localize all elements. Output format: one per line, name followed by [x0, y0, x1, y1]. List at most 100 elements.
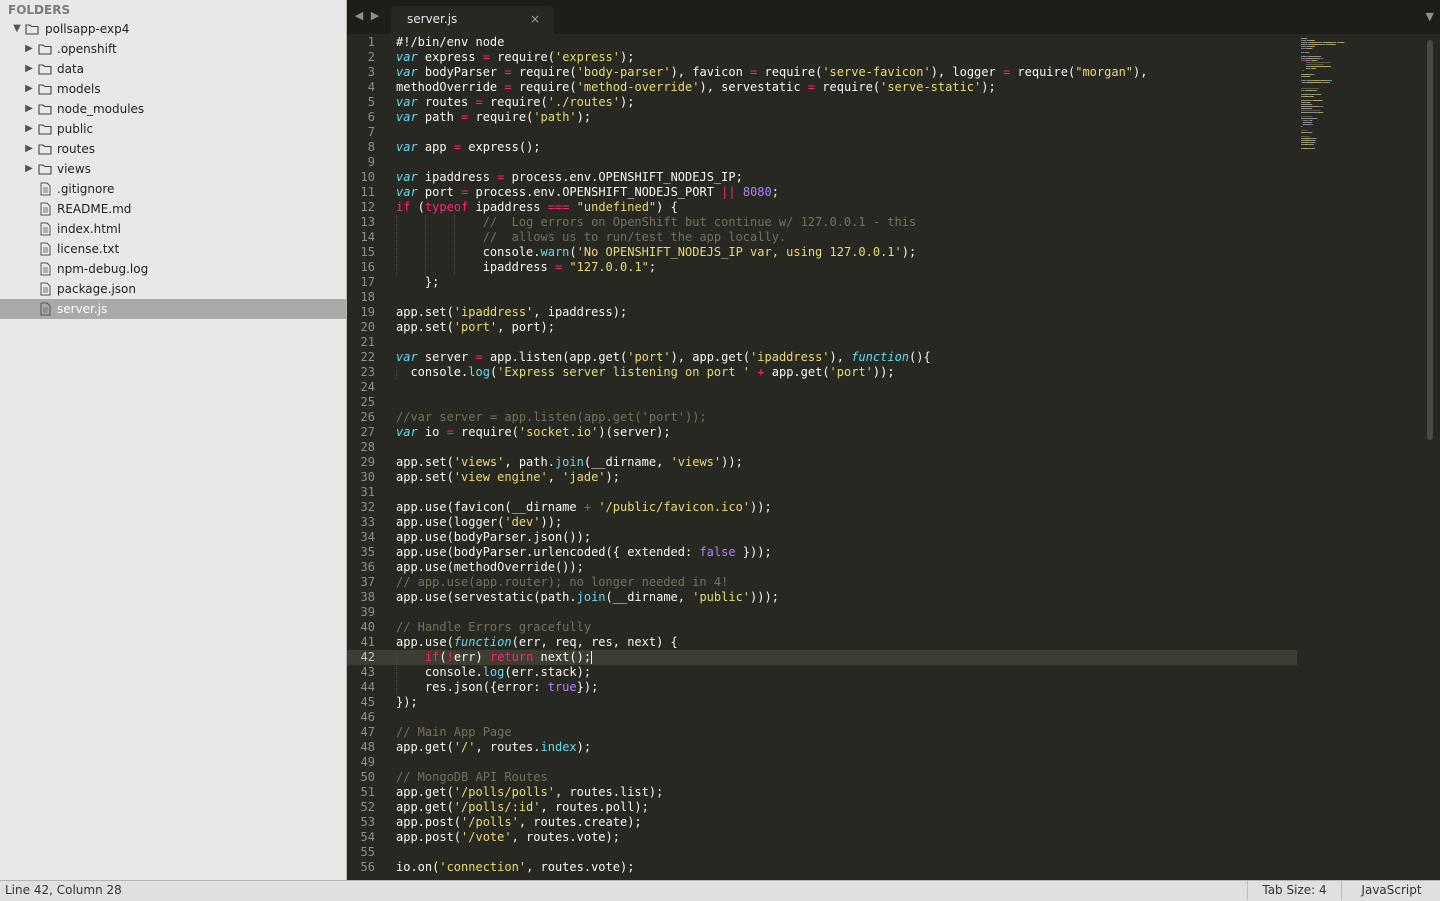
triangle-right-icon[interactable]: ▶ — [22, 139, 36, 159]
code-line[interactable]: 24 — [347, 380, 1297, 395]
code-line[interactable]: 23 console.log('Express server listening… — [347, 365, 1297, 380]
sidebar-file[interactable]: license.txt — [0, 239, 346, 259]
triangle-down-icon[interactable]: ▼ — [10, 19, 24, 39]
code-line[interactable]: 43 console.log(err.stack); — [347, 665, 1297, 680]
code-line[interactable]: 9 — [347, 155, 1297, 170]
code-line[interactable]: 48app.get('/', routes.index); — [347, 740, 1297, 755]
sidebar-folder[interactable]: ▶models — [0, 79, 346, 99]
code-line[interactable]: 2var express = require('express'); — [347, 50, 1297, 65]
code-area[interactable]: 1#!/bin/env node2var express = require('… — [347, 35, 1297, 875]
code-line[interactable]: 4methodOverride = require('method-overri… — [347, 80, 1297, 95]
code-line[interactable]: 22var server = app.listen(app.get('port'… — [347, 350, 1297, 365]
code-line[interactable]: 36app.use(methodOverride()); — [347, 560, 1297, 575]
code-token: = — [475, 350, 482, 364]
code-token: require( — [454, 425, 519, 439]
scrollbar-thumb[interactable] — [1427, 40, 1433, 440]
minimap-line — [1311, 96, 1314, 97]
code-line[interactable]: 52app.get('/polls/:id', routes.poll); — [347, 800, 1297, 815]
sidebar-file[interactable]: .gitignore — [0, 179, 346, 199]
code-line[interactable]: 55 — [347, 845, 1297, 860]
code-line[interactable]: 20app.set('port', port); — [347, 320, 1297, 335]
code-line[interactable]: 54app.post('/vote', routes.vote); — [347, 830, 1297, 845]
code-line[interactable]: 40// Handle Errors gracefully — [347, 620, 1297, 635]
code-line[interactable]: 12if (typeof ipaddress === "undefined") … — [347, 200, 1297, 215]
minimap-line — [1307, 76, 1310, 77]
sidebar-folder[interactable]: ▶.openshift — [0, 39, 346, 59]
sidebar-file[interactable]: index.html — [0, 219, 346, 239]
code-line[interactable]: 21 — [347, 335, 1297, 350]
code-line[interactable]: 17 }; — [347, 275, 1297, 290]
sidebar-folder[interactable]: ▶ node_modules — [0, 99, 346, 119]
code-line[interactable]: 38app.use(servestatic(path.join(__dirnam… — [347, 590, 1297, 605]
sidebar-file[interactable]: server.js — [0, 299, 346, 319]
code-line[interactable]: 6var path = require('path'); — [347, 110, 1297, 125]
sidebar-file[interactable]: README.md — [0, 199, 346, 219]
code-token: ; — [649, 260, 656, 274]
code-line[interactable]: 7 — [347, 125, 1297, 140]
code-line[interactable]: 27var io = require('socket.io')(server); — [347, 425, 1297, 440]
code-line[interactable]: 5var routes = require('./routes'); — [347, 95, 1297, 110]
code-line[interactable]: 34app.use(bodyParser.json()); — [347, 530, 1297, 545]
code-line[interactable]: 31 — [347, 485, 1297, 500]
code-line[interactable]: 30app.set('view engine', 'jade'); — [347, 470, 1297, 485]
minimap-line — [1312, 48, 1313, 49]
sidebar-file[interactable]: npm-debug.log — [0, 259, 346, 279]
sidebar-folder[interactable]: ▼pollsapp-exp4 — [0, 19, 346, 39]
code-line[interactable]: 42 if(!err) return next(); — [347, 650, 1297, 665]
code-line[interactable]: 56io.on('connection', routes.vote); — [347, 860, 1297, 875]
minimap[interactable] — [1300, 37, 1410, 157]
code-line[interactable]: 25 — [347, 395, 1297, 410]
code-line[interactable]: 1#!/bin/env node — [347, 35, 1297, 50]
chevron-down-icon[interactable]: ▼ — [1426, 10, 1434, 23]
code-line[interactable]: 41app.use(function(err, req, res, next) … — [347, 635, 1297, 650]
sidebar-folder[interactable]: ▶public — [0, 119, 346, 139]
triangle-right-icon[interactable]: ▶ — [22, 99, 36, 119]
triangle-right-icon[interactable]: ▶ — [22, 79, 36, 99]
sidebar-folder[interactable]: ▶data — [0, 59, 346, 79]
code-line[interactable]: 10var ipaddress = process.env.OPENSHIFT_… — [347, 170, 1297, 185]
code-line[interactable]: 26//var server = app.listen(app.get('por… — [347, 410, 1297, 425]
code-line[interactable]: 16 ipaddress = "127.0.0.1"; — [347, 260, 1297, 275]
code-line[interactable]: 39 — [347, 605, 1297, 620]
code-token: log — [483, 665, 505, 679]
triangle-right-icon[interactable]: ▶ — [22, 159, 36, 179]
code-line[interactable]: 51app.get('/polls/polls', routes.list); — [347, 785, 1297, 800]
sidebar-folder[interactable]: ▶routes — [0, 139, 346, 159]
code-token: )); — [750, 500, 772, 514]
triangle-right-icon[interactable]: ▶ — [22, 59, 36, 79]
tab-size-selector[interactable]: Tab Size: 4 — [1247, 881, 1341, 900]
code-line[interactable]: 13 // Log errors on OpenShift but contin… — [347, 215, 1297, 230]
code-line[interactable]: 29app.set('views', path.join(__dirname, … — [347, 455, 1297, 470]
chevron-left-icon[interactable]: ◀ — [353, 8, 365, 24]
code-line[interactable]: 11var port = process.env.OPENSHIFT_NODEJ… — [347, 185, 1297, 200]
code-line[interactable]: 44 res.json({error: true}); — [347, 680, 1297, 695]
code-line[interactable]: 37// app.use(app.router); no longer need… — [347, 575, 1297, 590]
syntax-selector[interactable]: JavaScript — [1341, 881, 1440, 900]
sidebar-folder[interactable]: ▶views — [0, 159, 346, 179]
code-line[interactable]: 46 — [347, 710, 1297, 725]
code-line[interactable]: 45}); — [347, 695, 1297, 710]
code-line[interactable]: 8var app = express(); — [347, 140, 1297, 155]
tab-server-js[interactable]: server.js × — [391, 6, 554, 34]
triangle-right-icon[interactable]: ▶ — [22, 39, 36, 59]
code-line[interactable]: 47// Main App Page — [347, 725, 1297, 740]
code-line[interactable]: 14 // allows us to run/test the app loca… — [347, 230, 1297, 245]
code-line[interactable]: 33app.use(logger('dev')); — [347, 515, 1297, 530]
code-line[interactable]: 15 console.warn('No OPENSHIFT_NODEJS_IP … — [347, 245, 1297, 260]
chevron-right-icon[interactable]: ▶ — [369, 8, 381, 24]
code-line[interactable]: 49 — [347, 755, 1297, 770]
triangle-right-icon[interactable]: ▶ — [22, 119, 36, 139]
code-line[interactable]: 18 — [347, 290, 1297, 305]
code-line[interactable]: 50// MongoDB API Routes — [347, 770, 1297, 785]
code-line[interactable]: 53app.post('/polls', routes.create); — [347, 815, 1297, 830]
folder-label: node_modules — [57, 99, 144, 119]
sidebar-file[interactable]: package.json — [0, 279, 346, 299]
code-line[interactable]: 35app.use(bodyParser.urlencoded({ extend… — [347, 545, 1297, 560]
close-icon[interactable]: × — [530, 6, 540, 32]
minimap-line — [1326, 42, 1332, 43]
code-line[interactable]: 19app.set('ipaddress', ipaddress); — [347, 305, 1297, 320]
code-line[interactable]: 32app.use(favicon(__dirname + '/public/f… — [347, 500, 1297, 515]
code-editor[interactable]: 1#!/bin/env node2var express = require('… — [347, 34, 1440, 880]
code-line[interactable]: 3var bodyParser = require('body-parser')… — [347, 65, 1297, 80]
code-line[interactable]: 28 — [347, 440, 1297, 455]
